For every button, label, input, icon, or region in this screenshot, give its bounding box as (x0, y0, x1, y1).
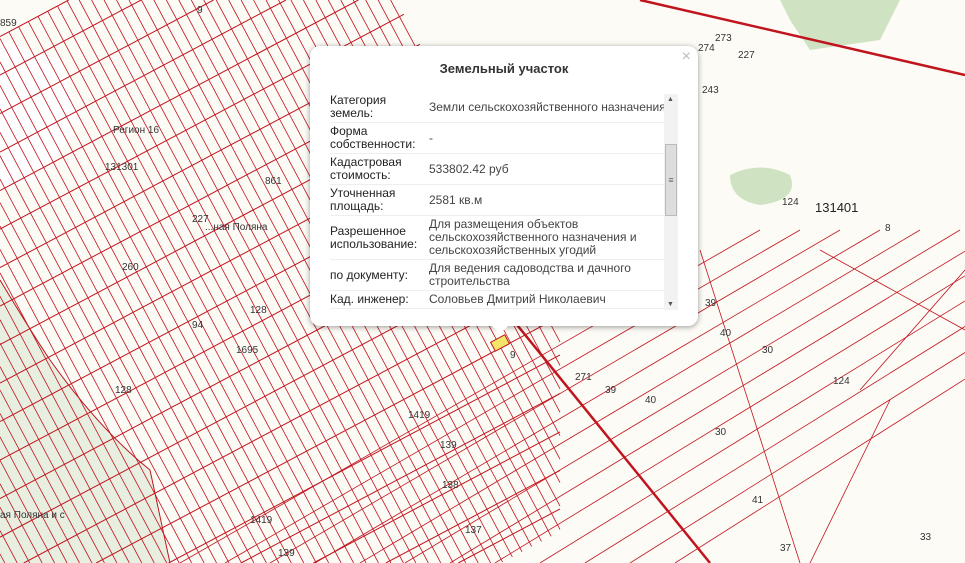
parcel-line (699, 249, 801, 563)
row-value: Для ведения садоводства и дачного строит… (429, 261, 631, 288)
map-label: 40 (720, 328, 732, 339)
map-label: 39 (605, 385, 617, 396)
row-value: 533802.42 руб (429, 161, 509, 176)
map-label: 1419 (250, 515, 273, 526)
forest-area (780, 0, 900, 50)
info-row: Категория земель: Земли сельскохозяйствен… (330, 92, 677, 123)
map-label: 243 (702, 85, 719, 96)
parcel-line (629, 352, 965, 563)
info-row: Разрешенное использование: Для размещения… (330, 216, 677, 260)
parcel-line (0, 0, 142, 76)
map-label: 33 (920, 532, 932, 543)
map-label: ...ная Поляна (205, 222, 268, 233)
map-label: 861 (265, 176, 282, 187)
popup-pointer (488, 322, 512, 334)
map-label: 274 (698, 43, 715, 54)
map-label: 1695 (236, 345, 259, 356)
clearing-area (0, 40, 80, 190)
parcel-info-popup: × Земельный участок Категория земель: Зем… (310, 46, 698, 326)
row-key: по документу: (330, 267, 408, 282)
parcel-line (95, 315, 561, 563)
row-value: - (429, 130, 433, 145)
row-key: Уточненная площадь: (330, 186, 396, 213)
map-label: 139 (278, 548, 295, 559)
selected-parcel (489, 334, 511, 352)
map-label: 124 (782, 197, 799, 208)
map-label: 39 (705, 298, 717, 309)
map-label: 8 (885, 223, 891, 234)
map-label: 9 (197, 5, 203, 16)
row-value: Земли сельскохозяйственного назначения (429, 99, 666, 114)
map-label: 30 (715, 427, 727, 438)
map-label: 128 (115, 385, 132, 396)
info-row: Кад. инженер: Соловьев Дмитрий Николаевич (330, 291, 677, 309)
scroll-thumb[interactable]: ≡ (665, 144, 677, 216)
map-label: 227 (738, 50, 755, 61)
map-label: 131401 (815, 200, 859, 215)
row-value: Для размещения объектов сельскохозяйстве… (429, 217, 637, 257)
row-value: Соловьев Дмитрий Николаевич (429, 292, 606, 306)
map-label: 273 (715, 33, 732, 44)
map-label: 137 (465, 525, 482, 536)
row-key: Кадастровая стоимость: (330, 155, 402, 182)
map-label: 271 (575, 372, 592, 383)
parcel-line (240, 392, 561, 563)
map-label: 139 (440, 440, 457, 451)
row-key: Форма собственности: (330, 124, 416, 151)
scroll-down-icon[interactable]: ▼ (667, 301, 674, 308)
parcel-line (23, 284, 548, 563)
map-label: ая Поляна и с (0, 510, 65, 521)
map-label: 94 (192, 320, 204, 331)
map-label: 9 (510, 350, 516, 361)
map-label: 30 (762, 345, 774, 356)
popup-scrollbar[interactable]: ▲ ≡ ▼ (664, 94, 678, 310)
row-key: Категория земель: (330, 93, 387, 120)
info-row: Уточненная площадь: 2581 кв.м (330, 185, 677, 216)
map-label: 124 (833, 376, 850, 387)
parcel-line (313, 431, 561, 563)
close-icon[interactable]: × (682, 48, 691, 66)
map-label: 40 (645, 395, 657, 406)
map-label: 859 (0, 18, 17, 29)
row-key: Кад. инженер: (330, 292, 409, 306)
info-row: Кадастровая стоимость: 533802.42 руб (330, 154, 677, 185)
map-label: 138 (442, 480, 459, 491)
row-key: Разрешенное использование: (330, 223, 418, 251)
map-label: 37 (780, 543, 792, 554)
map-label: 260 (122, 262, 139, 273)
parcel-line (584, 326, 965, 563)
info-row: Форма собственности: - (330, 123, 677, 154)
map-label: 41 (752, 495, 764, 506)
map-label: 128 (250, 305, 267, 316)
map-label: Регион 16 (113, 125, 160, 136)
scroll-up-icon[interactable]: ▲ (667, 96, 674, 103)
info-row: по документу: Для ведения садоводства и д… (330, 260, 677, 291)
row-value: 2581 кв.м (429, 192, 483, 207)
map-label: 131301 (105, 162, 139, 173)
popup-title: Земельный участок (439, 61, 569, 76)
popup-table: Категория земель: Земли сельскохозяйствен… (330, 92, 677, 312)
map-label: 1419 (408, 410, 431, 421)
parcel-line (819, 249, 965, 331)
